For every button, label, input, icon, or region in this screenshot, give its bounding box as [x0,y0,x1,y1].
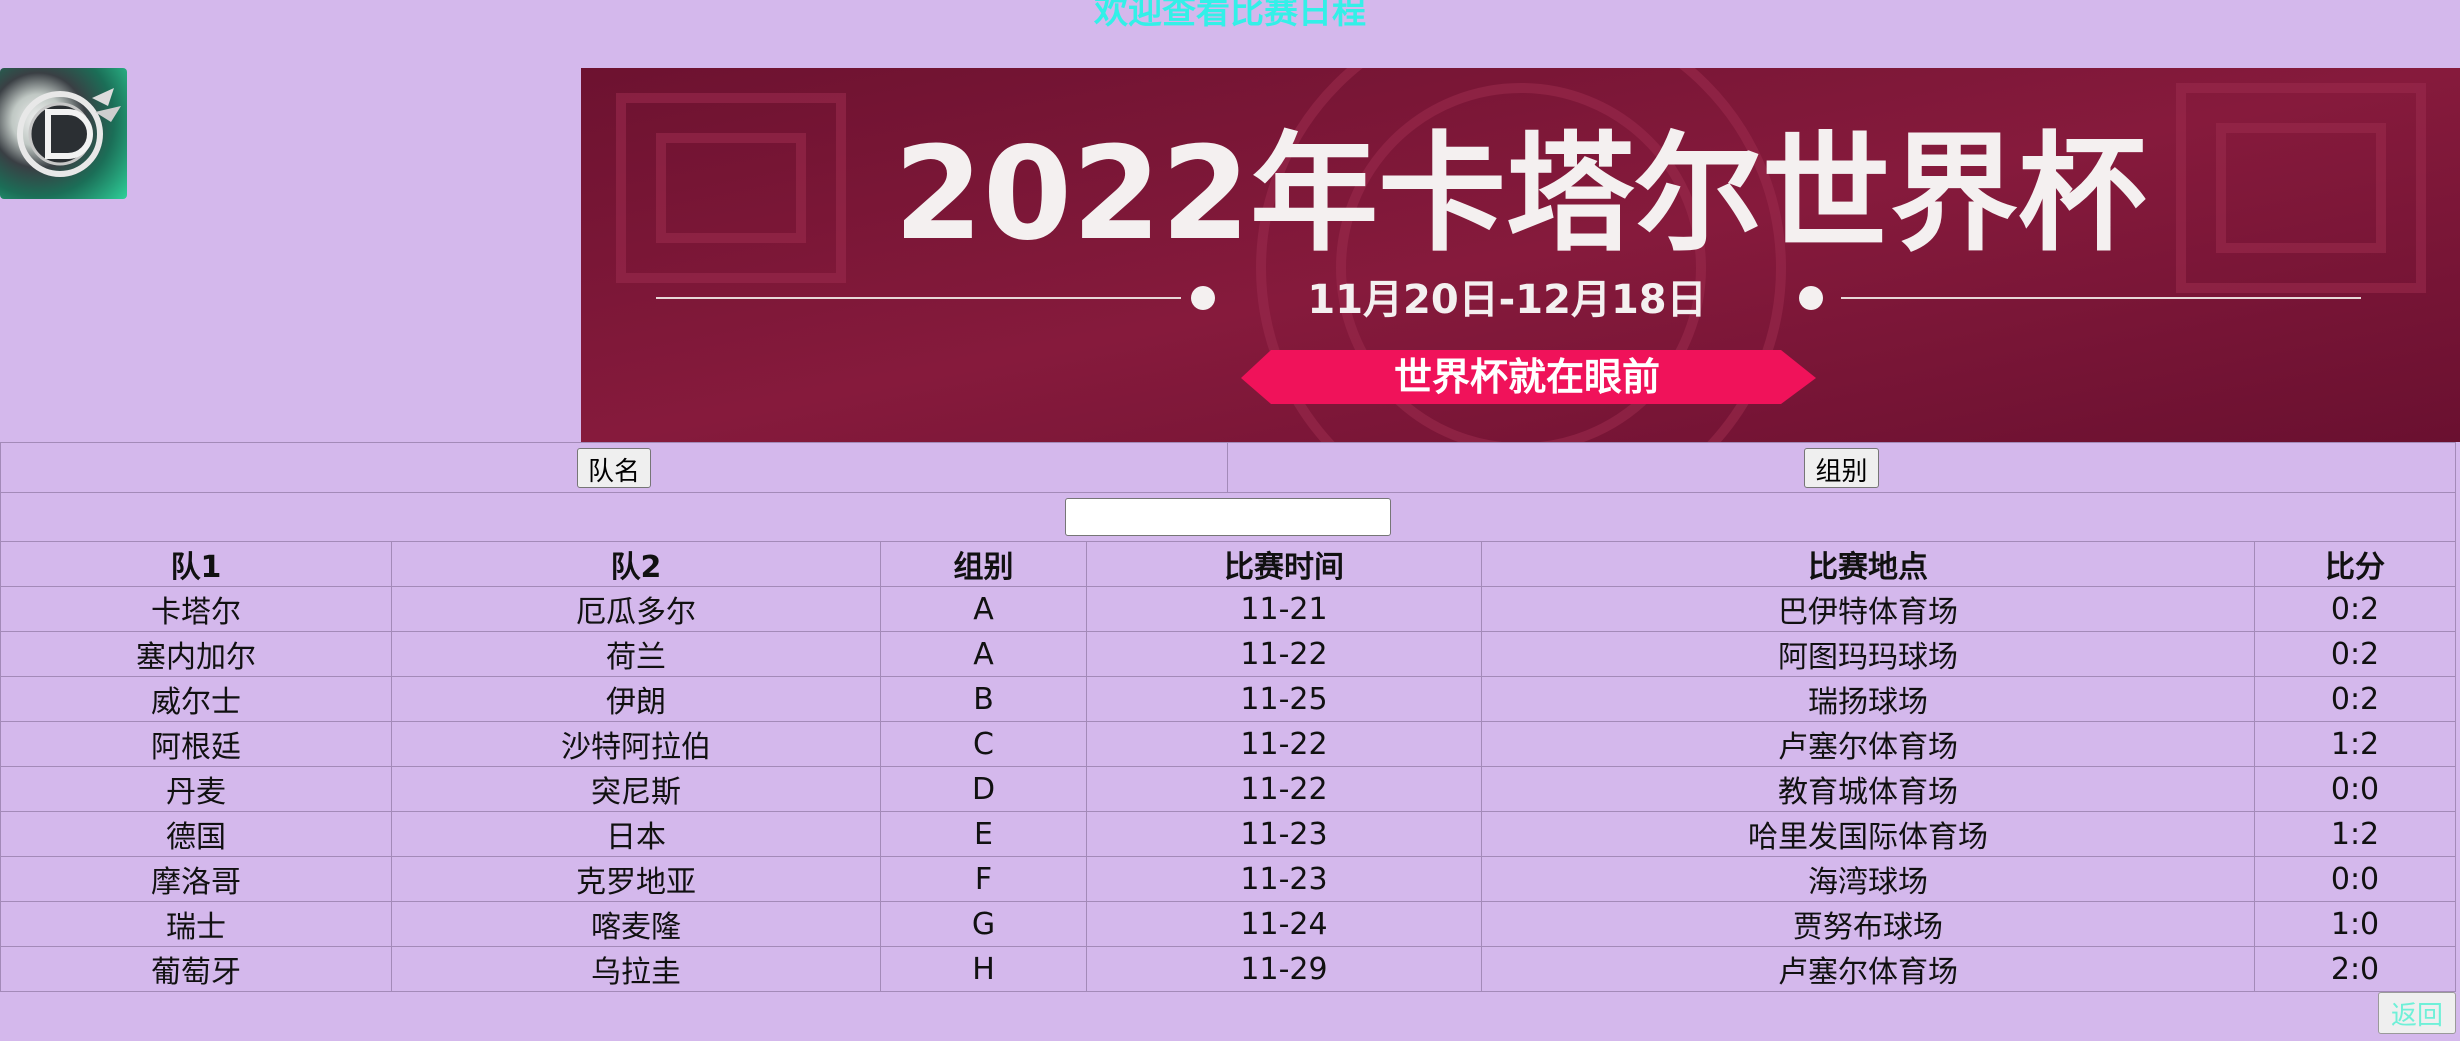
column-header-score: 比分 [2254,541,2456,587]
cell-team1: 威尔士 [0,676,392,722]
cell-time: 11-23 [1086,856,1482,902]
page: 欢迎查看比赛日程 2022年卡塔尔世界杯 11月20日-12月18日 世界杯就在… [0,0,2460,1041]
cell-score: 2:0 [2254,946,2456,992]
cell-score: 0:2 [2254,676,2456,722]
column-header-group: 组别 [880,541,1087,587]
banner-title: 2022年卡塔尔世界杯 [894,120,2146,269]
cell-team1: 葡萄牙 [0,946,392,992]
table-row: 葡萄牙 乌拉圭 H 11-29 卢塞尔体育场 2:0 [0,946,2456,992]
cell-team2: 喀麦隆 [391,901,881,947]
group-filter-button[interactable]: 组别 [1804,447,1879,488]
table-header-row: 队1 队2 组别 比赛时间 比赛地点 比分 [0,541,2456,587]
logo-emblem-icon [17,88,121,177]
search-input[interactable] [1065,498,1391,536]
cell-group: C [880,721,1087,767]
column-header-venue: 比赛地点 [1481,541,2255,587]
cell-team2: 伊朗 [391,676,881,722]
cell-time: 11-23 [1086,811,1482,857]
table-row: 瑞士 喀麦隆 G 11-24 贾努布球场 1:0 [0,901,2456,947]
cell-score: 0:2 [2254,631,2456,677]
cell-team1: 摩洛哥 [0,856,392,902]
cell-team2: 荷兰 [391,631,881,677]
cell-time: 11-25 [1086,676,1482,722]
table-row: 卡塔尔 厄瓜多尔 A 11-21 巴伊特体育场 0:2 [0,586,2456,632]
cell-team2: 突尼斯 [391,766,881,812]
cell-team1: 丹麦 [0,766,392,812]
cell-time: 11-24 [1086,901,1482,947]
cell-venue: 贾努布球场 [1481,901,2255,947]
cell-venue: 瑞扬球场 [1481,676,2255,722]
cell-score: 0:0 [2254,856,2456,902]
cell-time: 11-22 [1086,631,1482,677]
cell-group: E [880,811,1087,857]
cell-group: B [880,676,1087,722]
filter-table: 队名 组别 [0,442,2456,542]
cell-time: 11-21 [1086,586,1482,632]
cell-team1: 阿根廷 [0,721,392,767]
cell-team1: 德国 [0,811,392,857]
cell-team1: 塞内加尔 [0,631,392,677]
banner-graphic: 2022年卡塔尔世界杯 11月20日-12月18日 世界杯就在眼前 [581,68,2460,442]
match-schedule-table: 队1 队2 组别 比赛时间 比赛地点 比分 卡塔尔 厄瓜多尔 A 11-21 巴… [0,541,2456,992]
cell-team2: 乌拉圭 [391,946,881,992]
cell-venue: 海湾球场 [1481,856,2255,902]
cell-group: G [880,901,1087,947]
table-row: 塞内加尔 荷兰 A 11-22 阿图玛玛球场 0:2 [0,631,2456,677]
cell-team1: 瑞士 [0,901,392,947]
column-header-team1: 队1 [0,541,392,587]
cell-time: 11-22 [1086,766,1482,812]
team-filter-button[interactable]: 队名 [576,447,651,488]
filter-buttons-row: 队名 组别 [0,442,2456,493]
cell-time: 11-29 [1086,946,1482,992]
search-cell [0,492,2456,542]
cell-group: H [880,946,1087,992]
football-icon-right [1799,286,1823,310]
cell-score: 0:0 [2254,766,2456,812]
cell-venue: 阿图玛玛球场 [1481,631,2255,677]
back-button[interactable]: 返回 [2378,992,2456,1034]
football-icon-left [1191,286,1215,310]
cell-team1: 卡塔尔 [0,586,392,632]
cell-team2: 沙特阿拉伯 [391,721,881,767]
world-cup-banner: 2022年卡塔尔世界杯 11月20日-12月18日 世界杯就在眼前 [581,68,2460,442]
cell-score: 1:0 [2254,901,2456,947]
group-filter-cell: 组别 [1227,442,2456,493]
team-filter-cell: 队名 [0,442,1228,493]
table-row: 阿根廷 沙特阿拉伯 C 11-22 卢塞尔体育场 1:2 [0,721,2456,767]
cell-group: F [880,856,1087,902]
cell-group: A [880,586,1087,632]
search-row [0,492,2456,542]
cell-score: 1:2 [2254,811,2456,857]
cell-score: 0:2 [2254,586,2456,632]
table-row: 威尔士 伊朗 B 11-25 瑞扬球场 0:2 [0,676,2456,722]
table-row: 丹麦 突尼斯 D 11-22 教育城体育场 0:0 [0,766,2456,812]
cell-venue: 卢塞尔体育场 [1481,946,2255,992]
column-header-team2: 队2 [391,541,881,587]
cell-venue: 卢塞尔体育场 [1481,721,2255,767]
site-logo [0,68,127,199]
table-row: 摩洛哥 克罗地亚 F 11-23 海湾球场 0:0 [0,856,2456,902]
cell-team2: 厄瓜多尔 [391,586,881,632]
cell-time: 11-22 [1086,721,1482,767]
table-row: 德国 日本 E 11-23 哈里发国际体育场 1:2 [0,811,2456,857]
banner-tagline: 世界杯就在眼前 [1394,354,1660,399]
cell-venue: 巴伊特体育场 [1481,586,2255,632]
cell-team2: 日本 [391,811,881,857]
cell-venue: 教育城体育场 [1481,766,2255,812]
banner-dates: 11月20日-12月18日 [1307,277,1706,323]
cell-venue: 哈里发国际体育场 [1481,811,2255,857]
cell-team2: 克罗地亚 [391,856,881,902]
cell-score: 1:2 [2254,721,2456,767]
cell-group: A [880,631,1087,677]
cell-group: D [880,766,1087,812]
welcome-title: 欢迎查看比赛日程 [1094,0,1366,32]
column-header-time: 比赛时间 [1086,541,1482,587]
